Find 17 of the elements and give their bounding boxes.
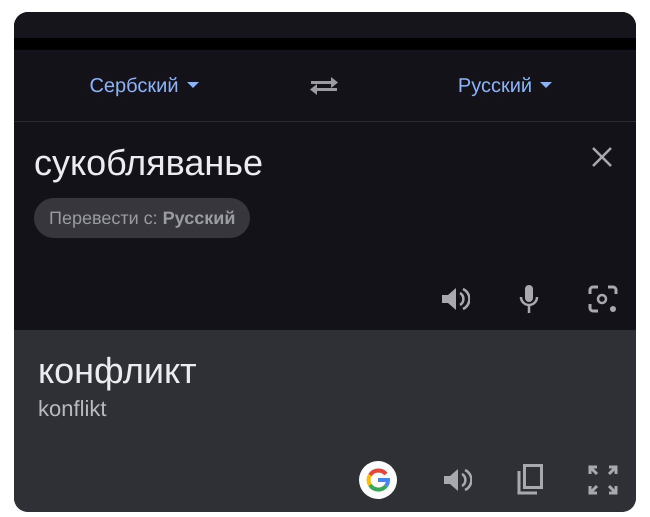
caret-icon [540, 82, 552, 89]
copy-icon[interactable] [516, 464, 544, 496]
camera-lens-icon[interactable] [588, 284, 618, 314]
microphone-icon[interactable] [518, 284, 540, 314]
translate-from-chip[interactable]: Перевести с: Русский [34, 198, 250, 238]
speaker-icon[interactable] [442, 467, 472, 493]
transliteration-text: konflikt [38, 395, 108, 423]
google-logo-icon[interactable] [358, 460, 398, 500]
target-language-dropdown[interactable]: Русский [458, 70, 552, 100]
input-text[interactable]: сукобляванье [34, 142, 616, 184]
translation-text: конфликт [38, 350, 198, 392]
fullscreen-icon[interactable] [588, 465, 618, 495]
swap-arrows-icon [309, 74, 339, 96]
caret-icon [186, 82, 198, 89]
close-icon[interactable] [592, 147, 612, 167]
source-language-dropdown[interactable]: Сербский [89, 70, 198, 100]
speaker-icon[interactable] [440, 286, 470, 312]
